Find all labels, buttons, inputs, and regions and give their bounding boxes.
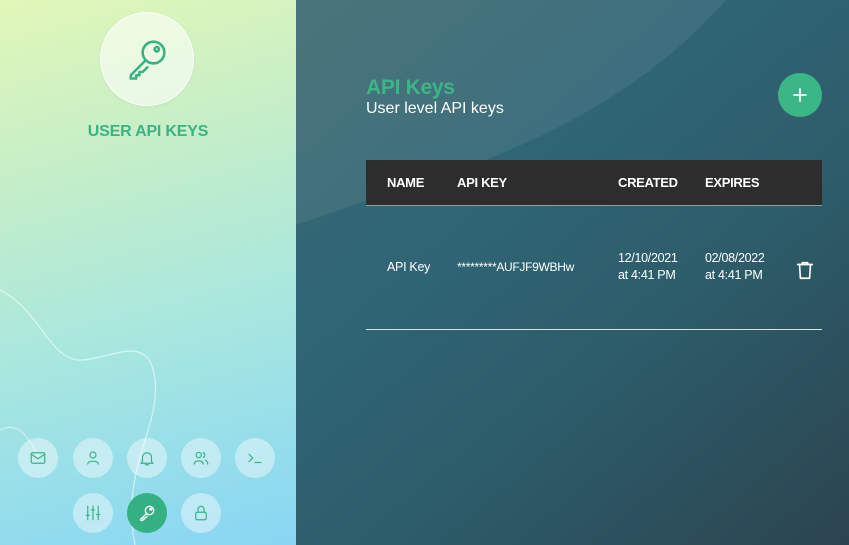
- nav-security-button[interactable]: [181, 493, 221, 533]
- column-header-created: CREATED: [618, 175, 678, 190]
- page-title: API Keys: [366, 76, 455, 99]
- table-row: API Key *********AUFJF9WBHw 12/10/2021 a…: [366, 206, 822, 330]
- nav-messages-button[interactable]: [18, 438, 58, 478]
- page-avatar: [100, 12, 194, 106]
- row-created-date: 12/10/2021: [618, 251, 678, 265]
- key-icon: [140, 505, 155, 522]
- sidebar: USER API KEYS: [0, 0, 296, 545]
- nav-api-keys-button[interactable]: [127, 493, 167, 533]
- plus-icon: [793, 88, 807, 102]
- row-expires-time: at 4:41 PM: [705, 268, 763, 282]
- nav-settings-button[interactable]: [73, 493, 113, 533]
- row-created-time: at 4:41 PM: [618, 268, 676, 282]
- lock-icon: [195, 505, 207, 521]
- row-api-key: *********AUFJF9WBHw: [457, 260, 574, 274]
- trash-icon[interactable]: [794, 259, 816, 281]
- mail-icon: [30, 452, 46, 464]
- row-expires: 02/08/2022 at 4:41 PM: [705, 250, 765, 284]
- row-expires-date: 02/08/2022: [705, 251, 765, 265]
- user-icon: [87, 451, 99, 465]
- page-subtitle: User level API keys: [366, 100, 504, 117]
- row-created: 12/10/2021 at 4:41 PM: [618, 250, 678, 284]
- column-header-name: NAME: [387, 175, 425, 190]
- nav-profile-button[interactable]: [73, 438, 113, 478]
- key-icon: [129, 40, 166, 80]
- nav-terminal-button[interactable]: [235, 438, 275, 478]
- terminal-icon: [248, 453, 262, 464]
- column-header-api-key: API KEY: [457, 175, 507, 190]
- users-icon: [193, 451, 209, 465]
- nav-team-button[interactable]: [181, 438, 221, 478]
- nav-notifications-button[interactable]: [127, 438, 167, 478]
- row-name: API Key: [387, 260, 431, 274]
- column-header-expires: EXPIRES: [705, 175, 760, 190]
- sliders-icon: [85, 505, 101, 521]
- table-header: NAME API KEY CREATED EXPIRES: [366, 160, 822, 206]
- bell-icon: [140, 452, 154, 466]
- add-api-key-button[interactable]: [778, 73, 822, 117]
- sidebar-title: USER API KEYS: [87, 123, 209, 140]
- main-panel: API Keys User level API keys NAME API KE…: [296, 0, 849, 545]
